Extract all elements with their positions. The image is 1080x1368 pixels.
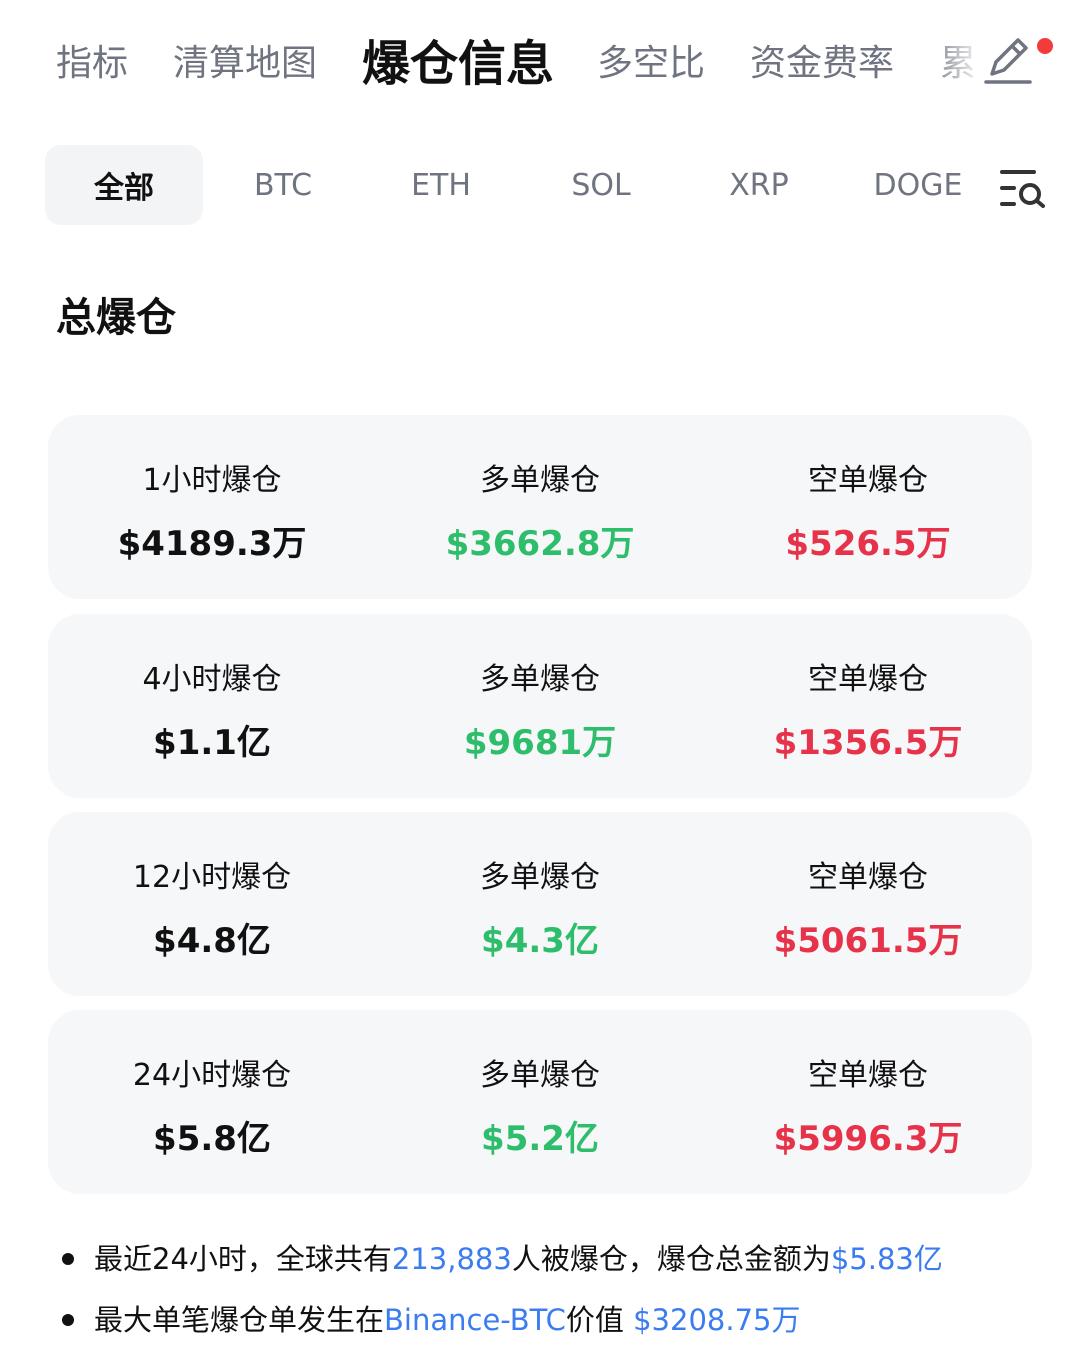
period-label: 24小时爆仓 bbox=[132, 1058, 292, 1093]
short-value: $1356.5万 bbox=[773, 723, 963, 763]
largest-value: $3208.75万 bbox=[633, 1303, 801, 1337]
summary-text: 人被爆仓，爆仓总金额为 bbox=[511, 1242, 831, 1276]
summary-text: 最大单笔爆仓单发生在 bbox=[94, 1303, 385, 1337]
total-column: 24小时爆仓 $5.8亿 bbox=[48, 1010, 376, 1194]
total-value: $5.8亿 bbox=[153, 1119, 271, 1159]
liquidation-card-24h: 24小时爆仓 $5.8亿 多单爆仓 $5.2亿 空单爆仓 $5996.3万 bbox=[48, 1010, 1032, 1194]
coin-tab-eth[interactable]: ETH bbox=[362, 145, 520, 225]
search-filter-icon[interactable] bbox=[1000, 168, 1046, 208]
coin-tab-xrp[interactable]: XRP bbox=[680, 145, 838, 225]
long-column: 多单爆仓 $9681万 bbox=[376, 614, 704, 798]
long-label: 多单爆仓 bbox=[480, 463, 600, 498]
notification-dot bbox=[1037, 38, 1053, 54]
long-value: $5.2亿 bbox=[481, 1119, 599, 1159]
summary-text: 最近24小时，全球共有 bbox=[94, 1242, 392, 1276]
long-value: $3662.8万 bbox=[445, 524, 635, 564]
period-label: 12小时爆仓 bbox=[132, 860, 292, 895]
liquidated-total: $5.83亿 bbox=[830, 1242, 943, 1276]
liquidation-card-1h: 1小时爆仓 $4189.3万 多单爆仓 $3662.8万 空单爆仓 $526.5… bbox=[48, 415, 1032, 599]
tab-funding-rate[interactable]: 资金费率 bbox=[750, 40, 894, 88]
short-column: 空单爆仓 $5061.5万 bbox=[704, 812, 1032, 996]
long-label: 多单爆仓 bbox=[480, 860, 600, 895]
long-column: 多单爆仓 $5.2亿 bbox=[376, 1010, 704, 1194]
short-column: 空单爆仓 $1356.5万 bbox=[704, 614, 1032, 798]
total-value: $4189.3万 bbox=[117, 524, 307, 564]
tab-indicators[interactable]: 指标 bbox=[56, 40, 128, 88]
long-column: 多单爆仓 $3662.8万 bbox=[376, 415, 704, 599]
long-label: 多单爆仓 bbox=[480, 1058, 600, 1093]
top-nav: 指标 清算地图 爆仓信息 多空比 资金费率 累 bbox=[0, 0, 1080, 130]
edit-icon[interactable] bbox=[980, 30, 1040, 90]
coin-tab-all[interactable]: 全部 bbox=[45, 145, 203, 225]
summary-text: 价值 bbox=[565, 1303, 634, 1337]
section-title: 总爆仓 bbox=[56, 295, 176, 341]
total-column: 4小时爆仓 $1.1亿 bbox=[48, 614, 376, 798]
short-label: 空单爆仓 bbox=[808, 463, 928, 498]
total-column: 1小时爆仓 $4189.3万 bbox=[48, 415, 376, 599]
long-value: $9681万 bbox=[463, 723, 617, 763]
coin-tab-doge[interactable]: DOGE bbox=[839, 145, 997, 225]
liquidation-card-4h: 4小时爆仓 $1.1亿 多单爆仓 $9681万 空单爆仓 $1356.5万 bbox=[48, 614, 1032, 798]
period-label: 1小时爆仓 bbox=[142, 463, 282, 498]
liquidated-count: 213,883 bbox=[391, 1242, 512, 1276]
coin-tab-btc[interactable]: BTC bbox=[204, 145, 362, 225]
bullet-dot bbox=[62, 1314, 74, 1326]
short-value: $526.5万 bbox=[785, 524, 951, 564]
long-label: 多单爆仓 bbox=[480, 662, 600, 697]
period-label: 4小时爆仓 bbox=[142, 662, 282, 697]
coin-tab-sol[interactable]: SOL bbox=[522, 145, 680, 225]
short-column: 空单爆仓 $5996.3万 bbox=[704, 1010, 1032, 1194]
exchange-link[interactable]: Binance-BTC bbox=[384, 1303, 566, 1337]
short-column: 空单爆仓 $526.5万 bbox=[704, 415, 1032, 599]
short-label: 空单爆仓 bbox=[808, 662, 928, 697]
tab-liquidation-info[interactable]: 爆仓信息 bbox=[362, 34, 554, 94]
total-column: 12小时爆仓 $4.8亿 bbox=[48, 812, 376, 996]
total-value: $4.8亿 bbox=[153, 921, 271, 961]
coin-tabs: 全部 BTC ETH SOL XRP DOGE bbox=[0, 145, 1080, 225]
short-label: 空单爆仓 bbox=[808, 860, 928, 895]
tab-long-short-ratio[interactable]: 多空比 bbox=[597, 40, 705, 88]
liquidation-card-12h: 12小时爆仓 $4.8亿 多单爆仓 $4.3亿 空单爆仓 $5061.5万 bbox=[48, 812, 1032, 996]
bullet-dot bbox=[62, 1253, 74, 1265]
total-value: $1.1亿 bbox=[153, 723, 271, 763]
short-value: $5996.3万 bbox=[773, 1119, 963, 1159]
short-value: $5061.5万 bbox=[773, 921, 963, 961]
long-value: $4.3亿 bbox=[481, 921, 599, 961]
long-column: 多单爆仓 $4.3亿 bbox=[376, 812, 704, 996]
tab-liquidation-map[interactable]: 清算地图 bbox=[173, 40, 317, 88]
short-label: 空单爆仓 bbox=[808, 1058, 928, 1093]
